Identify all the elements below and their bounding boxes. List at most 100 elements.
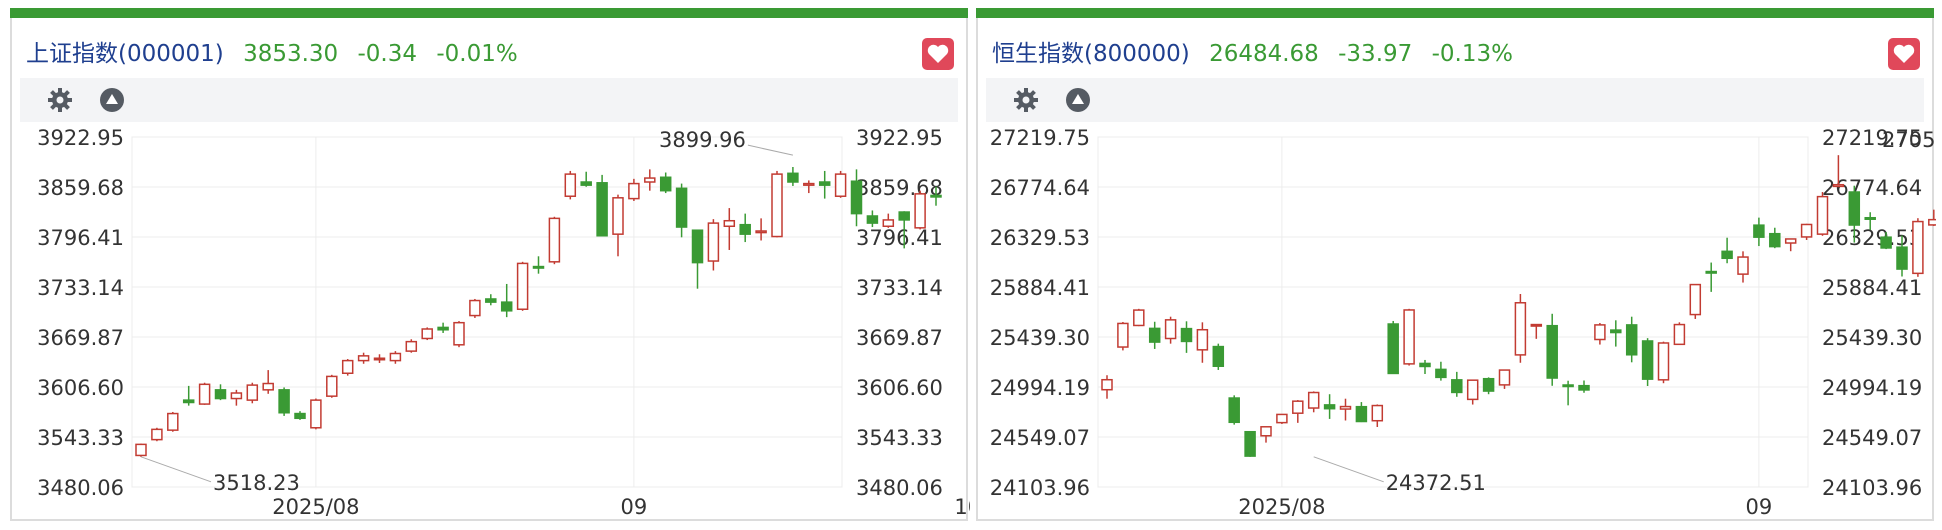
candle-body-up: [548, 217, 561, 263]
x-tick-label: 09: [1746, 495, 1773, 519]
y-tick-label-left: 3733.14: [37, 276, 124, 300]
candle-body-down: [580, 181, 592, 186]
candle-body-up: [389, 352, 402, 362]
candle-body-down: [1212, 345, 1225, 367]
candle-body-up: [453, 321, 465, 346]
candle-body-up: [262, 382, 274, 391]
candle-body-down: [675, 187, 688, 228]
candle-body-up: [1594, 324, 1606, 341]
y-tick-label-right: 3543.33: [856, 426, 943, 450]
candle-body-down: [1482, 377, 1495, 392]
candle-body-down: [1769, 232, 1781, 248]
candle-body-up: [405, 340, 418, 352]
annotation-leader: [747, 144, 794, 156]
candle-body-up: [151, 428, 163, 441]
candle-body-down: [691, 229, 704, 264]
candle-body-down: [1244, 430, 1256, 457]
candle-body-up: [1498, 369, 1511, 386]
candle-body-up: [1371, 404, 1384, 422]
favorite-heart-icon[interactable]: [1888, 38, 1920, 70]
candle-body-up: [1133, 309, 1145, 327]
candle-body-down: [1228, 397, 1240, 424]
index-name[interactable]: 恒生指数(800000): [992, 41, 1190, 67]
candle-body-up: [310, 399, 322, 429]
y-tick-label-left: 24994.19: [990, 376, 1090, 400]
collapse-up-icon[interactable]: [1064, 86, 1092, 114]
settings-gear-icon[interactable]: [46, 86, 74, 114]
candle-body-up: [516, 262, 529, 310]
candle-body-up: [1307, 391, 1320, 409]
favorite-heart-icon[interactable]: [922, 38, 954, 70]
candle-body-down: [1546, 324, 1558, 379]
y-tick-label-left: 3606.60: [37, 376, 124, 400]
candle-body-down: [437, 326, 449, 331]
candle-body-up: [771, 173, 783, 238]
candle-body-up: [246, 384, 259, 401]
panel-accent-bar: [10, 8, 968, 18]
candle-body-up: [612, 197, 624, 235]
index-change: -0.34: [357, 41, 418, 67]
annotation-label: 27058.03: [1882, 128, 1936, 152]
index-change-pct: -0.13%: [1431, 41, 1513, 67]
annotation-label: 3518.23: [213, 471, 300, 495]
candle-body-up: [1164, 319, 1177, 340]
candle-body-up: [1928, 218, 1936, 226]
y-tick-label-right: 3669.87: [856, 326, 943, 350]
settings-gear-icon[interactable]: [1012, 86, 1040, 114]
candle-body-up: [198, 383, 211, 405]
y-tick-label-left: 26774.64: [990, 176, 1090, 200]
candle-body-up: [644, 177, 656, 183]
plot-frame: [1097, 136, 1809, 488]
y-tick-label-left: 3480.06: [37, 476, 124, 500]
candle-body-up: [803, 182, 815, 186]
x-tick-label: 2025/08: [272, 495, 359, 519]
collapse-up-icon[interactable]: [98, 86, 126, 114]
y-tick-label-left: 3859.68: [37, 176, 124, 200]
index-change-pct: -0.01%: [436, 41, 518, 67]
annotation-label: 3899.96: [659, 128, 746, 152]
y-tick-label-right: 26774.64: [1822, 176, 1922, 200]
candle-body-down: [294, 412, 306, 420]
index-name[interactable]: 上证指数(000001): [26, 41, 224, 67]
hsi-candlestick-chart: 27219.75 27219.7526774.64 26774.6426329.53…: [990, 126, 1936, 519]
quote-header: 上证指数(000001) 3853.30 -0.34 -0.01%: [26, 38, 530, 70]
candle-body-down: [1721, 250, 1733, 260]
y-tick-label-right: 3796.41: [856, 226, 943, 250]
y-tick-label-left: 26329.53: [990, 226, 1090, 250]
candle-body-down: [1323, 404, 1336, 410]
candle-body-up: [1657, 342, 1670, 381]
candle-body-down: [850, 180, 863, 215]
candle-body-down: [1610, 329, 1622, 334]
candle-body-up: [723, 219, 736, 228]
candle-body-up: [1816, 195, 1829, 235]
candle-body-down: [214, 389, 227, 400]
y-tick-label-left: 3669.87: [37, 326, 124, 350]
y-tick-label-right: 24994.19: [1822, 376, 1922, 400]
x-tick-label: 09: [621, 495, 648, 519]
candle-body-up: [834, 173, 847, 197]
candle-body-down: [500, 301, 513, 312]
plot-frame: [131, 136, 843, 488]
candle-body-up: [1117, 322, 1129, 348]
candle-body-up: [564, 173, 577, 197]
candle-body-up: [1260, 426, 1272, 437]
y-tick-label-right: 3480.06: [856, 476, 943, 500]
candle-body-up: [628, 182, 640, 200]
y-tick-label-right: 3606.60: [856, 376, 943, 400]
candle-body-up: [1530, 323, 1543, 327]
quote-header: 恒生指数(800000) 26484.68 -33.97 -0.13%: [992, 38, 1525, 70]
candle-body-down: [278, 389, 290, 414]
y-tick-label-right: 25884.41: [1822, 276, 1922, 300]
candle-body-up: [755, 230, 767, 234]
index-change: -33.97: [1338, 41, 1413, 67]
y-tick-label-right: 24103.96: [1822, 476, 1922, 500]
candle-body-down: [532, 265, 545, 269]
candle-body-down: [485, 298, 497, 303]
x-tick-label: 2025/08: [1238, 495, 1325, 519]
candle-body-down: [930, 194, 942, 198]
candle-body-down: [1896, 246, 1908, 270]
candle-body-down: [1148, 327, 1161, 343]
y-tick-label-left: 3796.41: [37, 226, 124, 250]
candle-body-down: [1387, 323, 1399, 375]
y-tick-label-right: 3922.95: [856, 126, 943, 150]
